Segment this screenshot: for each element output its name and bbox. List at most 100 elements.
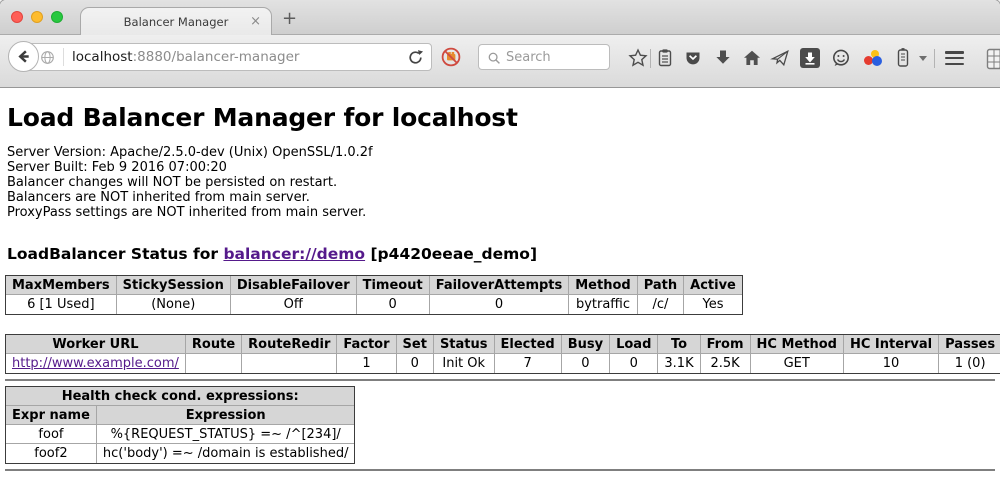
column-header: MaxMembers [6, 276, 117, 295]
url-text: localhost:8880/balancer-manager [72, 49, 299, 65]
battery-device-icon[interactable] [893, 48, 913, 68]
timeout-value: 0 [357, 295, 430, 314]
busy-value: 0 [562, 354, 610, 373]
grid-icon[interactable] [986, 48, 1000, 70]
titlebar: Balancer Manager × + [0, 0, 1000, 35]
pocket-icon[interactable] [683, 48, 703, 68]
tab-balancer-manager[interactable]: Balancer Manager × [80, 7, 272, 35]
column-header: Active [684, 276, 742, 295]
table-header-row: Expr name Expression [6, 406, 354, 425]
url-separator [63, 48, 64, 66]
toolbar-separator [934, 49, 935, 68]
url-domain: localhost [72, 49, 133, 65]
close-window-button[interactable] [11, 11, 23, 23]
expression-value: hc('body') =~ /domain is established/ [97, 444, 355, 463]
disablefailover-value: Off [231, 295, 357, 314]
tab-close-icon[interactable]: × [250, 14, 261, 29]
column-header: DisableFailover [231, 276, 357, 295]
toolbar-separator [650, 49, 651, 68]
column-header: Timeout [357, 276, 430, 295]
browser-window: Balancer Manager × + localhost:8880/bala… [0, 0, 1000, 491]
expr-name-value: foof [6, 425, 97, 444]
tab-title: Balancer Manager [124, 15, 229, 29]
navigation-toolbar: localhost:8880/balancer-manager Search [0, 35, 1000, 88]
hc-method-value: GET [751, 354, 844, 373]
window-controls [11, 11, 63, 23]
expression-value: %{REQUEST_STATUS} =~ /^[234]/ [97, 425, 355, 444]
column-header: To [658, 335, 700, 354]
server-built-line: Server Built: Feb 9 2016 07:00:20 [7, 160, 995, 175]
table-title-row: Health check cond. expressions: [6, 387, 354, 406]
worker-url-cell: http://www.example.com/ [6, 354, 186, 373]
proxypass-notice-line: ProxyPass settings are NOT inherited fro… [7, 205, 995, 220]
page-content: Load Balancer Manager for localhost Serv… [0, 89, 1000, 491]
balancer-demo-link[interactable]: balancer://demo [223, 245, 365, 263]
routeredir-value [242, 354, 337, 373]
smiley-icon[interactable] [831, 48, 851, 68]
page-title: Load Balancer Manager for localhost [7, 103, 995, 132]
new-tab-button[interactable]: + [282, 8, 297, 29]
stickysession-value: (None) [117, 295, 231, 314]
worker-status-table: Worker URL Route RouteRedir Factor Set S… [5, 334, 1000, 374]
hc-interval-value: 10 [844, 354, 939, 373]
path-value: /c/ [638, 295, 684, 314]
search-bar[interactable]: Search [478, 44, 610, 70]
back-arrow-icon [15, 48, 32, 65]
expr-name-value: foof2 [6, 444, 97, 463]
hamburger-menu-icon[interactable] [945, 51, 964, 68]
column-header: Passes [939, 335, 1000, 354]
column-header: Factor [337, 335, 396, 354]
health-table-title: Health check cond. expressions: [6, 387, 354, 406]
overflow-caret-icon[interactable] [919, 56, 927, 61]
server-version-line: Server Version: Apache/2.5.0-dev (Unix) … [7, 145, 995, 160]
table-row: http://www.example.com/ 1 0 Init Ok 7 0 … [6, 354, 1000, 373]
to-value: 3.1K [658, 354, 700, 373]
route-value [186, 354, 242, 373]
passes-value: 1 (0) [939, 354, 1000, 373]
column-header: RouteRedir [242, 335, 337, 354]
active-value: Yes [684, 295, 742, 314]
column-header: HC Interval [844, 335, 939, 354]
column-header: HC Method [751, 335, 844, 354]
column-header: Elected [495, 335, 562, 354]
column-header: Set [397, 335, 434, 354]
status-heading-suffix: [p4420eeae_demo] [365, 245, 537, 263]
elected-value: 7 [495, 354, 562, 373]
column-header: Method [569, 276, 637, 295]
search-placeholder: Search [506, 50, 551, 65]
set-value: 0 [397, 354, 434, 373]
status-value: Init Ok [434, 354, 495, 373]
status-heading: LoadBalancer Status for balancer://demo … [7, 245, 995, 263]
reload-icon[interactable] [407, 49, 424, 66]
globe-icon[interactable] [40, 50, 55, 65]
home-icon[interactable] [742, 48, 762, 68]
flash-block-icon[interactable] [440, 46, 462, 68]
url-path: :8880/balancer-manager [133, 49, 300, 65]
bookmark-star-icon[interactable] [628, 48, 648, 68]
colored-dots-icon[interactable] [863, 48, 883, 68]
column-header: Expression [97, 406, 355, 425]
method-value: bytraffic [569, 295, 637, 314]
search-icon [487, 50, 501, 64]
column-header: StickySession [117, 276, 231, 295]
worker-url-link[interactable]: http://www.example.com/ [12, 356, 179, 371]
column-header: From [701, 335, 751, 354]
back-button[interactable] [8, 41, 39, 72]
maxmembers-value: 6 [1 Used] [6, 295, 117, 314]
dark-square-download-icon[interactable] [800, 48, 820, 68]
zoom-window-button[interactable] [51, 11, 63, 23]
table-row: foof %{REQUEST_STATUS} =~ /^[234]/ [6, 425, 354, 444]
table-header-row: Worker URL Route RouteRedir Factor Set S… [6, 335, 1000, 354]
reading-list-clipboard-icon[interactable] [655, 48, 675, 68]
table-header-row: MaxMembers StickySession DisableFailover… [6, 276, 742, 295]
status-heading-prefix: LoadBalancer Status for [7, 245, 223, 263]
health-check-table: Health check cond. expressions: Expr nam… [5, 386, 355, 464]
column-header: Expr name [6, 406, 97, 425]
from-value: 2.5K [701, 354, 751, 373]
balancer-settings-table: MaxMembers StickySession DisableFailover… [5, 275, 743, 315]
minimize-window-button[interactable] [31, 11, 43, 23]
url-bar[interactable]: localhost:8880/balancer-manager [24, 43, 432, 71]
downloads-arrow-icon[interactable] [713, 48, 733, 68]
column-header: Worker URL [6, 335, 186, 354]
paper-plane-icon[interactable] [770, 48, 790, 68]
